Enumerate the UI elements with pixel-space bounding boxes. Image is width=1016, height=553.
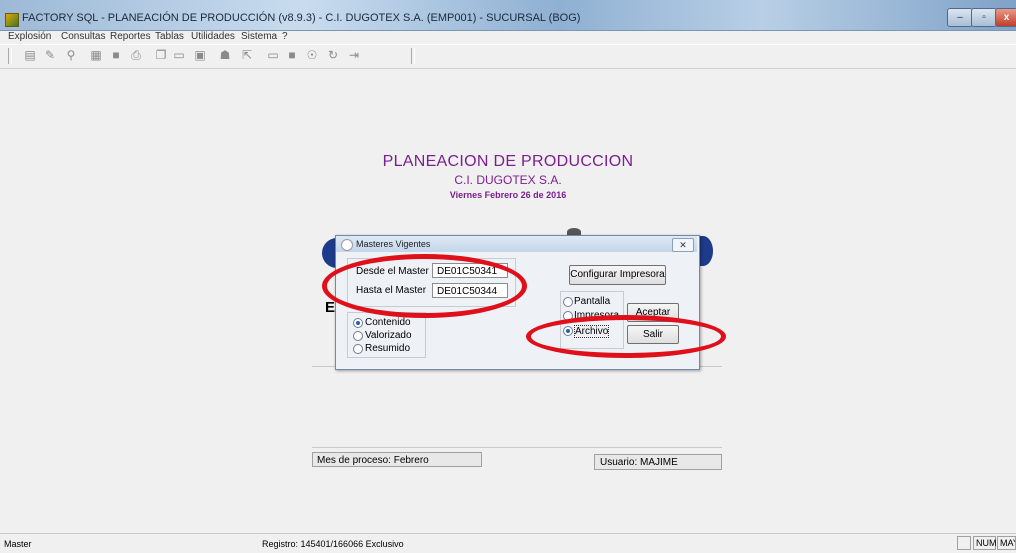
refresh-icon[interactable]: ↻ [326,49,340,62]
print-icon[interactable]: ⎙ [129,49,143,62]
menu-consultas[interactable]: Consultas [61,31,105,42]
user-box: Usuario: MAJIME [594,454,722,470]
company-name: C.I. DUGOTEX S.A. [454,173,562,187]
copy-icon[interactable]: ❐ [154,49,168,62]
highlight-oval [526,315,726,358]
status-record: Registro: 145401/166066 Exclusivo [262,539,404,549]
menu-explosion[interactable]: Explosión [8,31,51,42]
edit-icon[interactable]: ✎ [43,49,57,62]
status-module: Master [4,539,32,549]
current-date: Viernes Febrero 26 de 2016 [449,190,567,200]
new-icon[interactable]: ▤ [23,49,37,62]
radio-resumido[interactable] [353,344,363,354]
open-folder-icon[interactable]: ▭ [172,49,186,62]
minimize-button[interactable]: – [947,8,973,27]
status-num-lock: NUM [973,536,997,550]
minus-icon[interactable]: ▭ [266,49,280,62]
help-icon[interactable]: ☉ [305,49,319,62]
close-window-button[interactable]: x [995,8,1016,27]
toolbar-separator [411,48,415,64]
status-panel [957,536,971,550]
menu-sistema[interactable]: Sistema [241,31,277,42]
app-icon [5,13,19,27]
page-title: PLANEACION DE PRODUCCION [382,153,634,170]
radio-pantalla[interactable] [563,297,573,307]
divider [312,447,722,448]
dialog-close-button[interactable]: ✕ [672,238,694,252]
print-preview-icon[interactable]: ▦ [89,49,103,62]
stop-icon[interactable]: ■ [285,49,299,62]
configure-printer-button[interactable]: Configurar Impresora [569,265,666,285]
status-bar [0,533,1016,553]
export-icon[interactable]: ⇱ [240,49,254,62]
exit-icon[interactable]: ⇥ [347,49,361,62]
menu-utilidades[interactable]: Utilidades [191,31,235,42]
radio-resumido-label[interactable]: Resumido [365,343,410,354]
window-title: FACTORY SQL - PLANEACIÓN DE PRODUCCIÓN (… [22,12,581,24]
highlight-oval [322,254,527,318]
menu-help[interactable]: ? [282,31,288,42]
users-icon[interactable]: ☗ [218,49,232,62]
toolbar-separator [8,48,12,64]
radio-valorizado-label[interactable]: Valorizado [365,330,412,341]
menu-bar [0,31,1016,44]
dialog-icon [341,239,353,251]
process-month-box: Mes de proceso: Febrero [312,452,482,467]
dialog-title: Masteres Vigentes [356,239,431,249]
calculator-icon[interactable]: ▣ [193,49,207,62]
menu-reportes[interactable]: Reportes [110,31,151,42]
status-caps-lock: MAY [997,536,1016,550]
background-letter: E [325,299,336,316]
save-icon[interactable]: ■ [109,49,123,62]
toolbar [0,45,1016,69]
radio-valorizado[interactable] [353,331,363,341]
maximize-button[interactable]: ▫ [971,8,997,27]
menu-tablas[interactable]: Tablas [155,31,184,42]
radio-pantalla-label[interactable]: Pantalla [574,296,610,307]
search-icon[interactable]: ⚲ [64,49,78,62]
radio-contenido-label[interactable]: Contenido [365,317,411,328]
radio-contenido[interactable] [353,318,363,328]
